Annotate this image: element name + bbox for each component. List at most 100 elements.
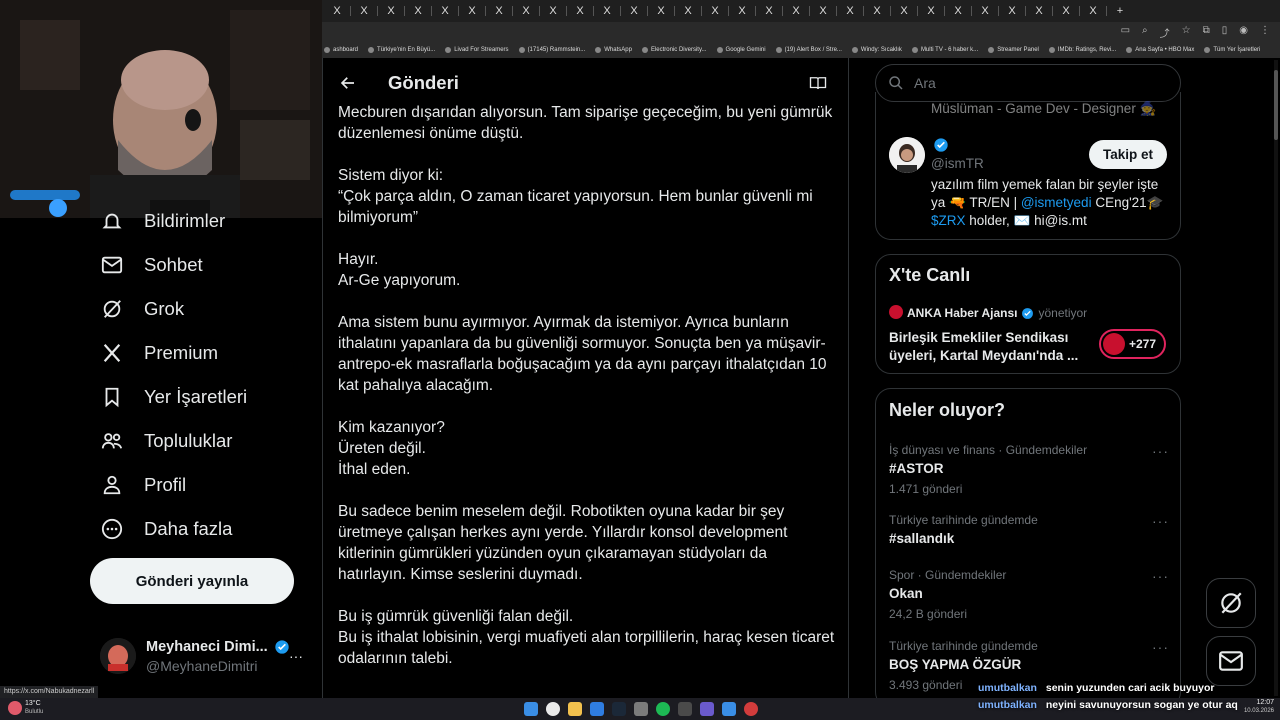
bookmark-item[interactable]: Streamer Panel — [988, 47, 1039, 53]
trend-more-icon[interactable]: ··· — [1152, 639, 1169, 655]
bookmark-favicon-icon — [595, 47, 602, 53]
extensions-icon[interactable]: ⧉ — [1203, 25, 1210, 40]
bookmark-item[interactable]: WhatsApp — [595, 47, 632, 53]
nav-premium[interactable]: Premium — [100, 338, 218, 368]
post-button[interactable]: Gönderi yayınla — [90, 558, 294, 604]
scrollbar-thumb[interactable] — [1274, 70, 1278, 140]
bookmark-item[interactable]: Tüm Yer İşaretleri — [1204, 47, 1260, 53]
chrome-icon[interactable] — [546, 702, 560, 716]
trend-more-icon[interactable]: ··· — [1152, 513, 1169, 529]
nav-grok[interactable]: Grok — [100, 294, 184, 324]
account-more-icon[interactable]: ··· — [289, 648, 303, 664]
browser-tab[interactable]: X — [976, 3, 994, 19]
app-icon[interactable] — [634, 702, 648, 716]
bookmark-item[interactable]: Türkiye'nin En Büyü... — [368, 47, 435, 53]
bookmark-item[interactable]: Electronic Diversity... — [641, 47, 707, 53]
browser-tab[interactable]: X — [490, 3, 508, 19]
live-headline[interactable]: Birleşik Emekliler Sendikası üyeleri, Ka… — [889, 329, 1089, 365]
browser-tab[interactable]: X — [1084, 3, 1102, 19]
sidebar-icon[interactable]: ▯ — [1222, 25, 1228, 40]
browser-tab[interactable]: X — [841, 3, 859, 19]
steam-icon[interactable] — [612, 702, 626, 716]
bookmark-favicon-icon — [775, 47, 782, 53]
bookmark-item[interactable]: Google Gemini — [716, 47, 766, 53]
browser-tab[interactable]: X — [706, 3, 724, 19]
trend-more-icon[interactable]: ··· — [1152, 568, 1169, 584]
bookmark-item[interactable]: Multi TV - 6 haber k... — [911, 47, 978, 53]
star-icon[interactable]: ☆ — [1182, 25, 1191, 40]
page-scrollbar[interactable] — [1274, 60, 1278, 696]
avatar[interactable] — [100, 638, 136, 674]
nav-profile[interactable]: Profil — [100, 470, 186, 500]
bookmark-item[interactable]: Ana Sayfa • HBO Max — [1126, 47, 1194, 53]
live-host[interactable]: ANKA Haber Ajansı yönetiyor — [907, 306, 1087, 320]
new-tab-button[interactable]: + — [1111, 3, 1129, 19]
browser-tab[interactable]: X — [544, 3, 562, 19]
follow-button[interactable]: Takip et — [1089, 140, 1167, 169]
browser-tab[interactable]: X — [409, 3, 427, 19]
obs-icon[interactable] — [744, 702, 758, 716]
bookmark-item[interactable]: (19) Alert Box / Stre... — [775, 47, 842, 53]
trend-item[interactable]: Türkiye tarihinde gündemde #sallandık ··… — [889, 513, 1169, 546]
app-icon[interactable] — [722, 702, 736, 716]
browser-tab[interactable]: X — [679, 3, 697, 19]
file-explorer-icon[interactable] — [568, 702, 582, 716]
browser-tab[interactable]: X — [652, 3, 670, 19]
browser-tab[interactable]: X — [598, 3, 616, 19]
nav-more[interactable]: Daha fazla — [100, 514, 232, 544]
browser-tab[interactable]: X — [382, 3, 400, 19]
app-icon[interactable] — [700, 702, 714, 716]
browser-tab[interactable]: X — [1030, 3, 1048, 19]
bookmark-item[interactable]: Windy: Sıcaklık — [851, 47, 902, 53]
profile-icon[interactable]: ◉ — [1239, 25, 1248, 40]
zoom-icon[interactable]: ⌕ — [1142, 25, 1148, 40]
browser-tab[interactable]: X — [355, 3, 373, 19]
browser-tab[interactable]: X — [571, 3, 589, 19]
browser-tab[interactable]: X — [625, 3, 643, 19]
browser-tab[interactable]: X — [463, 3, 481, 19]
browser-tab[interactable]: X — [1003, 3, 1021, 19]
bookmark-item[interactable]: IMDb: Ratings, Revi... — [1048, 47, 1116, 53]
trend-item[interactable]: İş dünyası ve finans · Gündemdekiler #AS… — [889, 443, 1169, 496]
grok-fab-button[interactable] — [1206, 578, 1256, 628]
browser-tab[interactable]: X — [814, 3, 832, 19]
browser-tab[interactable]: X — [1057, 3, 1075, 19]
bio-mention-link[interactable]: @ismetyedi — [1021, 195, 1092, 210]
browser-tab[interactable]: X — [517, 3, 535, 19]
messages-fab-button[interactable] — [1206, 636, 1256, 686]
nav-bookmarks[interactable]: Yer İşaretleri — [100, 382, 247, 412]
follow-user-avatar[interactable] — [889, 137, 925, 173]
app-icon[interactable] — [678, 702, 692, 716]
browser-tab[interactable]: X — [760, 3, 778, 19]
app-icon[interactable] — [590, 702, 604, 716]
x-logo-icon — [100, 341, 124, 365]
bookmark-item[interactable]: (17145) Rammstein... — [518, 47, 585, 53]
nav-chat[interactable]: Sohbet — [100, 250, 203, 280]
browser-tab[interactable]: X — [733, 3, 751, 19]
bookmark-item[interactable]: ashboard — [324, 47, 358, 53]
reader-mode-icon[interactable] — [809, 74, 827, 97]
bio-cashtag-link[interactable]: $ZRX — [931, 213, 966, 228]
back-arrow-icon[interactable] — [339, 74, 357, 97]
browser-tab[interactable]: X — [895, 3, 913, 19]
nav-communities[interactable]: Topluluklar — [100, 426, 232, 456]
live-listeners-badge[interactable]: +277 — [1099, 329, 1166, 359]
start-icon[interactable] — [524, 702, 538, 716]
browser-tab[interactable]: X — [787, 3, 805, 19]
weather-icon[interactable] — [8, 701, 22, 715]
browser-tab[interactable]: X — [922, 3, 940, 19]
browser-tab[interactable]: X — [949, 3, 967, 19]
nav-notifications[interactable]: Bildirimler — [100, 206, 225, 236]
browser-tab[interactable]: X — [328, 3, 346, 19]
menu-icon[interactable]: ⋮ — [1260, 25, 1270, 40]
bookmark-favicon-icon — [445, 47, 452, 53]
bookmark-item[interactable]: Livad For Streamers — [445, 47, 509, 53]
browser-tab[interactable]: X — [868, 3, 886, 19]
bookmark-label: Electronic Diversity... — [650, 47, 707, 53]
install-icon[interactable]: ▭ — [1121, 25, 1130, 40]
trend-more-icon[interactable]: ··· — [1152, 443, 1169, 459]
browser-tab[interactable]: X — [436, 3, 454, 19]
spotify-icon[interactable] — [656, 702, 670, 716]
share-icon[interactable]: ⤴ — [1160, 25, 1170, 40]
trend-item[interactable]: Spor · Gündemdekiler Okan 24,2 B gönderi… — [889, 568, 1169, 621]
